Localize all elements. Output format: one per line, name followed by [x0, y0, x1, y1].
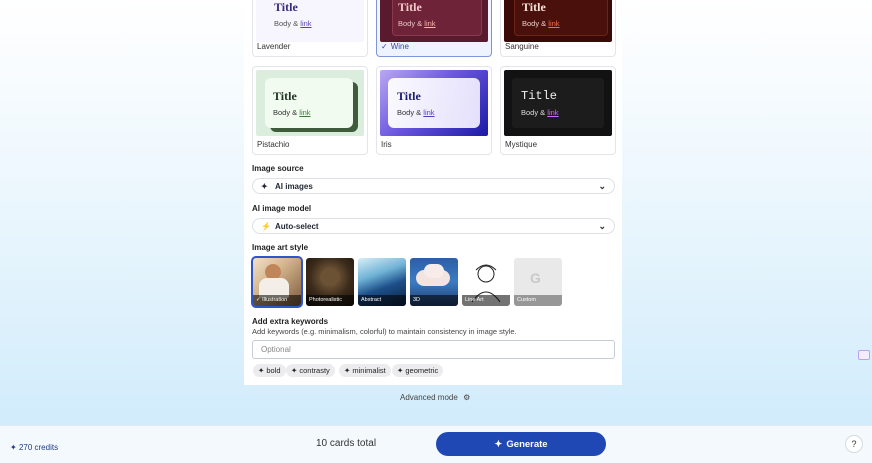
check-icon: ✓ [381, 42, 388, 51]
theme-card-mystique[interactable]: Title Body & link Mystique [500, 66, 616, 155]
art-style-custom[interactable]: G Custom [514, 258, 562, 306]
sparkle-icon: ✦ [261, 181, 268, 191]
custom-g-icon: G [530, 270, 541, 286]
keywords-label: Add extra keywords [252, 317, 329, 326]
theme-name: ✓ Wine [381, 42, 409, 51]
theme-preview-body: Body & link [274, 19, 312, 28]
keywords-hint: Add keywords (e.g. minimalism, colorful)… [252, 327, 517, 336]
ai-model-label: AI image model [252, 204, 312, 213]
keyword-chip-minimalist[interactable]: ✦ minimalist [339, 364, 391, 377]
theme-preview-title: Title [521, 89, 558, 103]
theme-card-wine[interactable]: Title Body & link ✓ Wine [376, 0, 492, 57]
keyword-chip-geometric[interactable]: ✦ geometric [392, 364, 444, 377]
art-style-label-text: Abstract [358, 295, 406, 306]
theme-preview-sanguine: Title Body & link [504, 0, 612, 42]
art-style-illustration[interactable]: ✓ Illustration [251, 256, 303, 308]
image-source-label: Image source [252, 164, 304, 173]
credits-text: 270 credits [18, 443, 59, 452]
theme-preview-body: Body & link [522, 19, 560, 28]
settings-panel: Title Body & link Lavender Title Body & … [244, 0, 622, 385]
theme-preview-body: Body & link [397, 108, 435, 117]
theme-preview-iris: Title Body & link [380, 70, 488, 136]
theme-name: Iris [381, 140, 392, 149]
credits-indicator[interactable]: ✦ 270 credits [10, 443, 58, 452]
theme-card-iris[interactable]: Title Body & link Iris [376, 66, 492, 155]
image-source-select[interactable]: ✦ AI images ⌄ [252, 178, 615, 194]
theme-card-sanguine[interactable]: Title Body & link Sanguine [500, 0, 616, 57]
theme-preview-title: Title [522, 0, 546, 14]
art-style-label-text: Line Art [462, 295, 510, 306]
theme-preview-wine: Title Body & link [380, 0, 488, 42]
ai-model-select[interactable]: ⚡ Auto-select ⌄ [252, 218, 615, 234]
art-style-3d[interactable]: 3D [410, 258, 458, 306]
art-style-photorealistic[interactable]: Photorealistic [306, 258, 354, 306]
cards-total: 10 cards total [316, 438, 377, 449]
keywords-input[interactable]: Optional [252, 340, 615, 359]
image-source-value: AI images [275, 181, 313, 191]
check-icon: ✓ [256, 297, 261, 303]
art-style-label-text: Custom [514, 295, 562, 306]
sparkle-icon: ✦ [494, 438, 503, 450]
theme-name: Sanguine [505, 42, 539, 51]
theme-preview-title: Title [397, 89, 421, 103]
ai-model-value: Auto-select [275, 221, 319, 231]
art-style-label: Image art style [252, 243, 309, 252]
advanced-mode-toggle[interactable]: Advanced mode ⚙ [400, 393, 470, 402]
theme-name: Pistachio [257, 140, 290, 149]
mail-icon[interactable] [858, 350, 870, 360]
generate-label: Generate [506, 438, 548, 450]
theme-preview-pistachio: Title Body & link [256, 70, 364, 136]
help-button[interactable]: ? [845, 435, 863, 453]
theme-preview-body: Body & link [398, 19, 436, 28]
advanced-mode-label: Advanced mode [400, 393, 458, 402]
theme-preview-mystique: Title Body & link [504, 70, 612, 136]
keyword-chip-contrasty[interactable]: ✦ contrasty [286, 364, 335, 377]
gear-icon: ⚙ [463, 393, 471, 402]
magic-wand-icon: ⚡ [261, 221, 271, 231]
chevron-down-icon: ⌄ [598, 221, 606, 231]
keyword-chip-bold[interactable]: ✦ bold [253, 364, 286, 377]
theme-name: Lavender [257, 42, 291, 51]
art-style-label-text: ✓ Illustration [253, 295, 301, 306]
theme-preview-title: Title [398, 0, 422, 14]
theme-card-pistachio[interactable]: Title Body & link Pistachio [252, 66, 368, 155]
theme-name: Mystique [505, 140, 538, 149]
theme-card-lavender[interactable]: Title Body & link Lavender [252, 0, 368, 57]
theme-preview-body: Body & link [521, 108, 559, 117]
chevron-down-icon: ⌄ [598, 181, 606, 191]
generate-button[interactable]: ✦ Generate [436, 432, 606, 456]
theme-preview-title: Title [273, 89, 297, 103]
theme-preview-title: Title [274, 0, 298, 14]
art-style-label-text: Photorealistic [306, 295, 354, 306]
art-style-line-art[interactable]: Line Art [462, 258, 510, 306]
art-style-label-text: 3D [410, 295, 458, 306]
theme-preview-lavender: Title Body & link [256, 0, 364, 42]
theme-preview-body: Body & link [273, 108, 311, 117]
art-style-abstract[interactable]: Abstract [358, 258, 406, 306]
sparkle-icon: ✦ [10, 443, 17, 452]
